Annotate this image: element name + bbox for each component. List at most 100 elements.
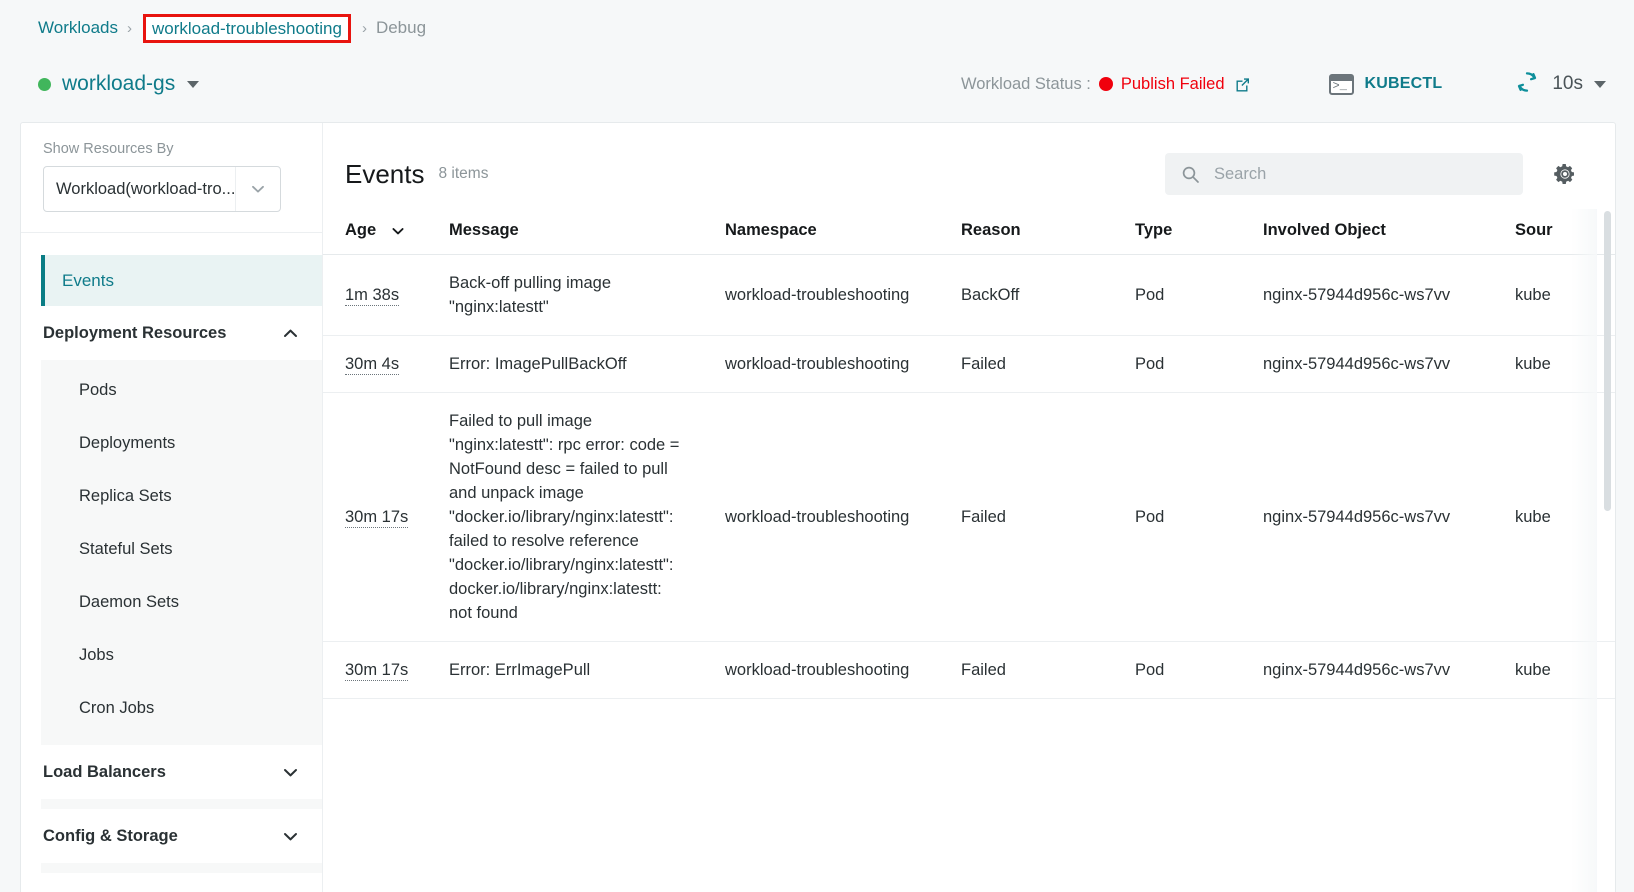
sort-chevron-down-icon[interactable] — [390, 223, 406, 239]
cell-type: Pod — [1135, 641, 1263, 699]
show-resources-by-label: Show Resources By — [43, 141, 174, 157]
age-value: 30m 17s — [345, 661, 409, 681]
kubectl-button[interactable]: >_ KUBECTL — [1328, 73, 1443, 95]
page-title: Events — [345, 158, 425, 189]
cell-involved-object: nginx-57944d956c-ws7vv — [1263, 392, 1515, 642]
chevron-up-icon[interactable] — [280, 323, 301, 344]
sidebar-item-events-label: Events — [62, 270, 114, 290]
cell-involved-object: nginx-57944d956c-ws7vv — [1263, 641, 1515, 699]
cell-type: Pod — [1135, 254, 1263, 336]
events-table-header-row: Age Message Namespace Reason Type Involv… — [323, 209, 1615, 255]
events-table: Age Message Namespace Reason Type Involv… — [323, 209, 1615, 699]
gear-icon[interactable] — [1553, 162, 1577, 186]
cell-source: kube — [1515, 641, 1615, 699]
resources-sidebar: Show Resources By Workload(workload-tro.… — [21, 123, 323, 892]
sidebar-group-deployment-resources[interactable]: Deployment Resources — [41, 306, 323, 360]
cell-namespace: workload-troubleshooting — [725, 641, 961, 699]
select-chevron-down-icon[interactable] — [236, 180, 280, 198]
sidebar-group-gap-1 — [41, 799, 323, 809]
workload-status-dot-icon — [38, 77, 51, 91]
workload-name[interactable]: workload-gs — [62, 72, 175, 96]
cell-reason: Failed — [961, 392, 1135, 642]
age-value: 1m 38s — [345, 286, 400, 306]
table-row[interactable]: 30m 17s Error: ErrImagePull workload-tro… — [323, 641, 1615, 699]
workload-status-value: Publish Failed — [1120, 74, 1225, 93]
breadcrumb-highlight-box: workload-troubleshooting — [143, 13, 351, 43]
sidebar-item-events[interactable]: Events — [41, 255, 323, 306]
terminal-icon: >_ — [1328, 73, 1354, 95]
cell-age: 1m 38s — [323, 254, 449, 336]
refresh-chevron-down-icon[interactable] — [1594, 80, 1606, 88]
search-input[interactable] — [1212, 163, 1492, 185]
table-vertical-scrollbar[interactable] — [1604, 211, 1611, 511]
cell-message: Error: ImagePullBackOff — [449, 335, 725, 393]
sidebar-item-jobs[interactable]: Jobs — [41, 629, 323, 682]
sidebar-group-config-storage[interactable]: Config & Storage — [41, 809, 323, 863]
cell-namespace: workload-troubleshooting — [725, 392, 961, 642]
sidebar-item-stateful-sets[interactable]: Stateful Sets — [41, 523, 323, 576]
column-header-age[interactable]: Age — [323, 209, 449, 255]
breadcrumb-item-workloads[interactable]: Workloads — [38, 18, 118, 38]
breadcrumb-item-debug: Debug — [375, 18, 427, 37]
card-inner: Show Resources By Workload(workload-tro.… — [21, 123, 1615, 892]
cell-reason: BackOff — [961, 254, 1135, 336]
refresh-interval-label: 10s — [1552, 73, 1583, 94]
sidebar-item-pods[interactable]: Pods — [41, 364, 323, 417]
cell-involved-object: nginx-57944d956c-ws7vv — [1263, 335, 1515, 393]
breadcrumb-item-workload-troubleshooting[interactable]: workload-troubleshooting — [152, 19, 342, 38]
sidebar-item-deployments[interactable]: Deployments — [41, 417, 323, 470]
kubectl-label: KUBECTL — [1364, 75, 1443, 92]
table-row[interactable]: 30m 4s Error: ImagePullBackOff workload-… — [323, 335, 1615, 393]
page-root: Workloads › workload-troubleshooting › D… — [0, 0, 1634, 892]
cell-age: 30m 17s — [323, 392, 449, 642]
events-count: 8 items — [438, 165, 489, 182]
cell-source: kube — [1515, 254, 1615, 336]
chevron-down-icon[interactable] — [280, 762, 301, 783]
events-table-body: 1m 38s Back-off pulling image "nginx:lat… — [323, 254, 1615, 699]
sidebar-item-cron-jobs[interactable]: Cron Jobs — [41, 682, 323, 735]
refresh-icon[interactable] — [1514, 69, 1540, 100]
cell-namespace: workload-troubleshooting — [725, 335, 961, 393]
cell-age: 30m 17s — [323, 641, 449, 699]
cell-source: kube — [1515, 335, 1615, 393]
sidebar-nav: Events Deployment Resources Pods Deploym… — [21, 233, 323, 873]
column-header-namespace[interactable]: Namespace — [725, 209, 961, 255]
column-header-involved-object[interactable]: Involved Object — [1263, 209, 1515, 255]
refresh-interval-selector[interactable]: 10s — [1514, 69, 1606, 100]
resource-scope-select[interactable]: Workload(workload-tro... — [43, 166, 281, 212]
publish-failed-dot-icon — [1098, 77, 1113, 91]
column-header-message[interactable]: Message — [449, 209, 725, 255]
events-table-scroll[interactable]: Age Message Namespace Reason Type Involv… — [323, 209, 1615, 892]
cell-type: Pod — [1135, 335, 1263, 393]
breadcrumb: Workloads › workload-troubleshooting › D… — [0, 0, 1634, 56]
sidebar-group-deployment-resources-items: Pods Deployments Replica Sets Stateful S… — [41, 360, 323, 745]
workload-status: Workload Status : Publish Failed — [961, 75, 1251, 94]
show-resources-by-block: Show Resources By Workload(workload-tro.… — [21, 123, 323, 226]
sidebar-item-replica-sets[interactable]: Replica Sets — [41, 470, 323, 523]
events-panel: Events 8 items Search Age Message Namesp… — [323, 123, 1615, 892]
search-box[interactable] — [1165, 153, 1523, 195]
sidebar-item-daemon-sets[interactable]: Daemon Sets — [41, 576, 323, 629]
workload-selector-chevron-down-icon[interactable] — [187, 80, 200, 88]
table-row[interactable]: 30m 17s Failed to pull image "nginx:late… — [323, 392, 1615, 642]
cell-age: 30m 4s — [323, 335, 449, 393]
external-link-icon[interactable] — [1234, 76, 1251, 93]
sidebar-group-load-balancers[interactable]: Load Balancers — [41, 745, 323, 799]
cell-source: kube — [1515, 392, 1615, 642]
column-header-reason[interactable]: Reason — [961, 209, 1135, 255]
breadcrumb-separator-2: › — [361, 19, 367, 37]
events-table-head: Age Message Namespace Reason Type Involv… — [323, 209, 1615, 255]
sidebar-group-load-balancers-label: Load Balancers — [43, 762, 166, 781]
age-value: 30m 17s — [345, 508, 409, 528]
sidebar-group-config-storage-label: Config & Storage — [43, 826, 178, 845]
column-header-type[interactable]: Type — [1135, 209, 1263, 255]
cell-message: Back-off pulling image "nginx:latestt" — [449, 254, 725, 336]
table-row[interactable]: 1m 38s Back-off pulling image "nginx:lat… — [323, 254, 1615, 336]
column-header-age-label: Age — [345, 221, 377, 239]
column-header-source[interactable]: Sour — [1515, 209, 1615, 255]
workload-status-label: Workload Status : — [960, 74, 1091, 93]
cell-reason: Failed — [961, 641, 1135, 699]
age-value: 30m 4s — [345, 355, 400, 375]
chevron-down-icon-2[interactable] — [280, 826, 301, 847]
workload-header: workload-gs Workload Status : Publish Fa… — [0, 56, 1634, 112]
